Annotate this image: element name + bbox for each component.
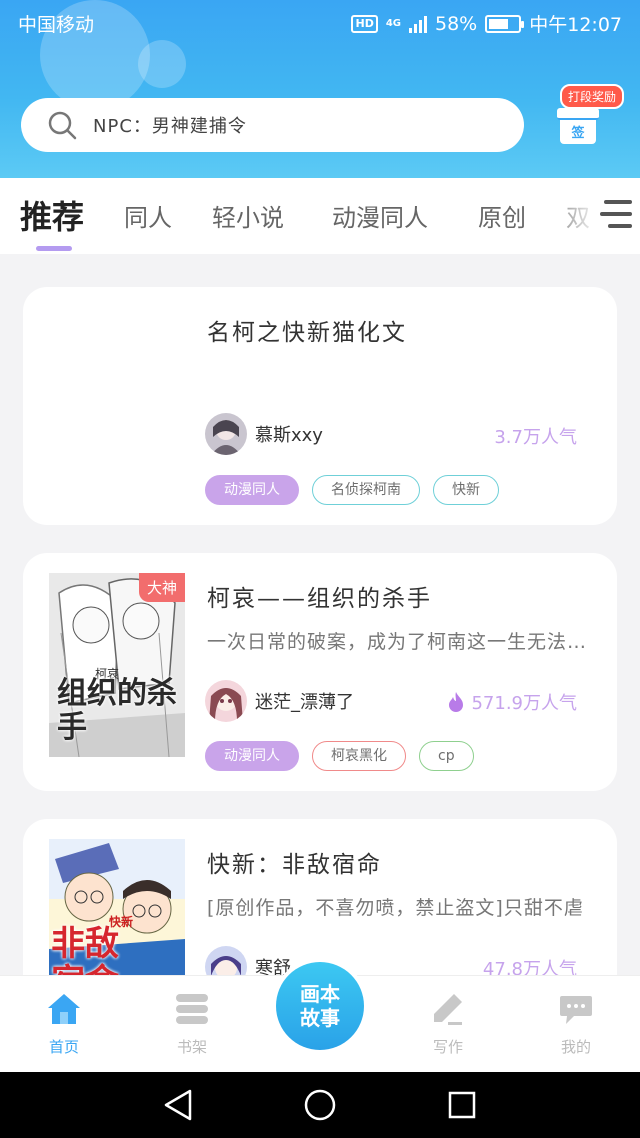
- story-author[interactable]: 迷茫_漂薄了: [205, 680, 354, 722]
- nav-label: 首页: [48, 1038, 79, 1056]
- story-description: 一次日常的破案，成为了柯南这一生无法忘记的: [207, 631, 597, 653]
- nav-write[interactable]: 写作: [408, 992, 488, 1057]
- tab-fade: [540, 178, 600, 254]
- popularity: 571.9万人气: [447, 689, 577, 715]
- story-button-line1: 画本: [300, 982, 340, 1006]
- story-author[interactable]: 慕斯xxy: [205, 413, 323, 455]
- popularity-value: 3.7万人气: [494, 427, 577, 448]
- tag[interactable]: 快新: [433, 475, 499, 505]
- tag[interactable]: 动漫同人: [205, 741, 299, 771]
- tab-fanfic[interactable]: 同人: [124, 198, 172, 233]
- avatar: [205, 413, 247, 455]
- story-card[interactable]: 名柯之快新猫化文 慕斯xxy 3.7万人气 动漫同人 名侦探柯南 快新: [23, 287, 617, 525]
- battery-icon: [485, 14, 525, 33]
- home-button-icon[interactable]: [304, 1089, 336, 1121]
- story-cover[interactable]: 柯哀 组织的杀手 大神: [49, 573, 185, 757]
- bookshelf-icon: [176, 994, 208, 1024]
- signal-icon: [409, 15, 427, 33]
- decor-bubble: [138, 40, 186, 88]
- picture-story-button[interactable]: 画本 故事: [276, 962, 364, 1050]
- cover-title: 组织的杀手: [57, 676, 177, 745]
- nav-mine[interactable]: 我的: [536, 992, 616, 1057]
- nav-label: 我的: [560, 1038, 591, 1056]
- carrier-label: 中国移动: [18, 14, 95, 36]
- tag-list: 动漫同人 柯哀黑化 cp: [205, 741, 474, 771]
- tag[interactable]: 动漫同人: [205, 475, 299, 505]
- hd-icon: HD: [351, 14, 378, 33]
- tag-list: 动漫同人 名侦探柯南 快新: [205, 475, 499, 505]
- author-name: 慕斯xxy: [255, 425, 323, 446]
- tab-original[interactable]: 原创: [478, 198, 526, 233]
- clock: 中午12:07: [529, 14, 622, 36]
- cover-badge: 大神: [138, 573, 185, 602]
- status-bar: 中国移动 HD 4G 58% 中午12:07: [0, 8, 640, 38]
- nav-home[interactable]: 首页: [24, 992, 104, 1057]
- nav-label: 写作: [432, 1038, 463, 1056]
- story-title: 名柯之快新猫化文: [207, 320, 407, 346]
- recents-icon[interactable]: [448, 1091, 476, 1119]
- story-title: 快新：非敌宿命: [207, 852, 382, 878]
- battery-percent: 58%: [435, 12, 478, 35]
- tab-recommend[interactable]: 推荐: [20, 192, 84, 238]
- category-menu-icon[interactable]: [600, 200, 632, 230]
- system-nav-bar: [0, 1072, 640, 1138]
- gift-icon: 签: [557, 108, 599, 144]
- popularity: 3.7万人气: [494, 423, 577, 449]
- nav-bookshelf[interactable]: 书架: [152, 992, 232, 1057]
- search-placeholder: NPC：男神建捕令: [93, 116, 247, 137]
- tag[interactable]: 柯哀黑化: [312, 741, 406, 771]
- active-tab-indicator: [36, 246, 72, 251]
- bottom-nav: 首页 书架 画本 故事 写作 我的: [0, 962, 640, 1072]
- category-tabs: 推荐 同人 轻小说 动漫同人 原创 双: [0, 178, 640, 254]
- tag[interactable]: 名侦探柯南: [312, 475, 420, 505]
- search-icon: [48, 111, 77, 140]
- author-name: 迷茫_漂薄了: [255, 692, 354, 713]
- home-icon: [48, 994, 80, 1024]
- popularity-value: 571.9万人气: [471, 693, 577, 714]
- checkin-label: 签: [571, 126, 585, 141]
- header: 中国移动 HD 4G 58% 中午12:07 NPC：男神建捕令 打段奖励 签: [0, 0, 640, 178]
- story-card[interactable]: 柯哀 组织的杀手 大神 柯哀——组织的杀手 一次日常的破案，成为了柯南这一生无法…: [23, 553, 617, 791]
- tab-light-novel[interactable]: 轻小说: [212, 198, 284, 233]
- tab-anime-fanfic[interactable]: 动漫同人: [332, 198, 428, 233]
- avatar: [205, 680, 247, 722]
- checkin-reward-badge: 打段奖励: [560, 84, 625, 109]
- chat-bubble-icon: [560, 996, 592, 1024]
- story-button-line2: 故事: [300, 1006, 340, 1030]
- tag[interactable]: cp: [419, 741, 474, 771]
- search-bar[interactable]: NPC：男神建捕令: [21, 98, 524, 152]
- back-icon[interactable]: [164, 1089, 192, 1121]
- nav-label: 书架: [176, 1038, 207, 1056]
- pencil-icon: [434, 994, 462, 1025]
- network-label: 4G: [385, 17, 401, 29]
- story-title: 柯哀——组织的杀手: [207, 586, 432, 612]
- story-description: [原创作品，不喜勿喷，禁止盗文]只甜不虐: [207, 897, 584, 919]
- fire-icon: [449, 692, 464, 712]
- checkin-button[interactable]: 打段奖励 签: [556, 84, 626, 154]
